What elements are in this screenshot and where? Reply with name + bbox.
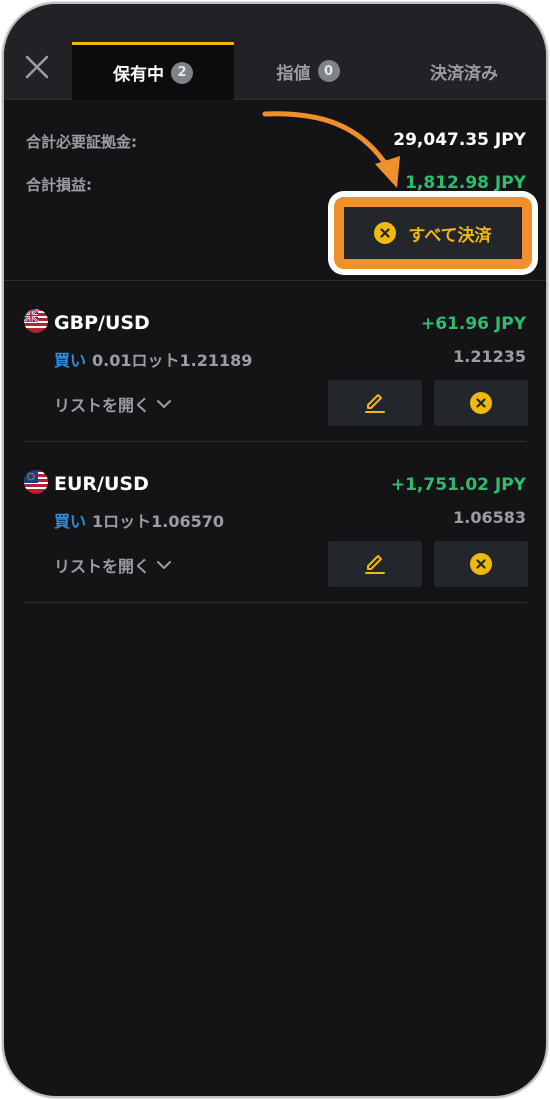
pencil-icon xyxy=(365,555,385,574)
close-all-label: すべて決済 xyxy=(408,225,492,246)
total-pl-value: 1,812.98 JPY xyxy=(405,173,526,193)
pair-name: EUR/USD xyxy=(54,473,149,495)
close-all-frame: すべて決済 xyxy=(334,197,532,269)
tab-bar: 保有中 2 指値 0 決済済み xyxy=(4,4,546,100)
tab-settled-label: 決済済み xyxy=(430,63,498,84)
side-label: 買い xyxy=(54,512,87,531)
pair-name: GBP/USD xyxy=(54,312,150,334)
close-position-button[interactable] xyxy=(434,380,528,426)
position-row: EUR/USD +1,751.02 JPY 買い 1ロット1.06570 1.06… xyxy=(4,442,546,602)
open-list-label: リストを開く xyxy=(54,396,151,415)
open-list-toggle[interactable]: リストを開く xyxy=(54,392,172,416)
position-detail: 買い 0.01ロット1.21189 xyxy=(54,347,252,371)
current-price: 1.21235 xyxy=(453,347,526,366)
close-all-highlight: すべて決済 xyxy=(328,191,538,275)
edit-button[interactable] xyxy=(328,380,422,426)
total-pl-label: 合計損益: xyxy=(26,176,92,194)
total-margin-label: 合計必要証拠金: xyxy=(26,133,137,151)
side-label: 買い xyxy=(54,351,87,370)
gb-us-flag-icon xyxy=(24,309,48,333)
tab-settled[interactable]: 決済済み xyxy=(382,42,546,100)
row-divider xyxy=(24,602,526,603)
tab-limit-label: 指値 xyxy=(276,63,311,84)
close-circle-icon xyxy=(470,392,492,414)
tab-limit[interactable]: 指値 0 xyxy=(234,42,382,100)
pencil-icon xyxy=(365,394,385,413)
close-icon[interactable] xyxy=(22,52,52,82)
callout-arrow-icon xyxy=(262,111,400,188)
close-circle-icon xyxy=(374,222,397,244)
open-list-label: リストを開く xyxy=(54,557,151,576)
position-detail: 買い 1ロット1.06570 xyxy=(54,508,224,532)
position-row: GBP/USD +61.96 JPY 買い 0.01ロット1.21189 1.21… xyxy=(4,281,546,441)
eu-us-flag-icon xyxy=(24,470,48,494)
tab-holding-label: 保有中 xyxy=(113,65,164,85)
edit-button[interactable] xyxy=(328,541,422,587)
phone-screen: 保有中 2 指値 0 決済済み 合計必要証拠金: 29,047.35 JPY 合… xyxy=(4,4,546,1096)
chevron-down-icon xyxy=(157,561,172,569)
open-list-toggle[interactable]: リストを開く xyxy=(54,553,172,577)
current-price: 1.06583 xyxy=(453,508,526,527)
tab-holding-badge: 2 xyxy=(171,61,193,84)
close-position-button[interactable] xyxy=(434,541,528,587)
tab-holding[interactable]: 保有中 2 xyxy=(72,42,234,100)
lot-entry: 1ロット1.06570 xyxy=(92,512,225,531)
lot-entry: 0.01ロット1.21189 xyxy=(92,351,253,370)
position-pl: +1,751.02 JPY xyxy=(390,475,526,495)
chevron-down-icon xyxy=(157,400,172,408)
tab-limit-badge: 0 xyxy=(317,60,340,82)
position-pl: +61.96 JPY xyxy=(420,314,526,334)
close-circle-icon xyxy=(470,553,492,575)
close-all-button[interactable]: すべて決済 xyxy=(344,207,522,259)
